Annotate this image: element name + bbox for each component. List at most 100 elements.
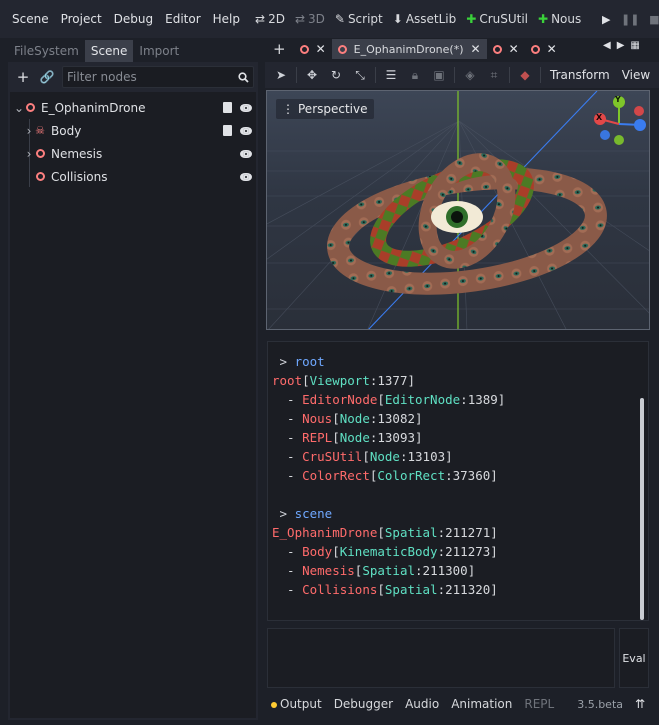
tab-scene[interactable]: Scene	[84, 40, 134, 62]
repl-token-punc: [	[377, 525, 385, 540]
repl-line: - REPL[Node:13093]	[272, 428, 505, 447]
scroll-left-icon[interactable]: ◀	[603, 40, 611, 51]
repl-token-node: ColorRect	[302, 468, 370, 483]
repl-token-node: Collisions	[302, 582, 378, 597]
menu-help[interactable]: Help	[207, 12, 246, 26]
scale-mode-icon[interactable]: ⤡	[348, 64, 372, 86]
view-menu[interactable]: View	[616, 68, 656, 82]
script-attached-icon[interactable]	[223, 125, 232, 136]
repl-scrollbar[interactable]	[640, 398, 644, 620]
ring-shape	[25, 103, 35, 112]
menu-bar: Scene Project Debug Editor Help ⇄ 2D ⇄ 3D ✎ Scrip…	[0, 0, 659, 38]
visibility-eye-icon[interactable]	[240, 172, 252, 181]
repl-output-panel[interactable]: > root root[Viewport:1377] - EditorNode[E…	[267, 341, 649, 621]
filter-nodes-input[interactable]	[67, 70, 238, 84]
bottom-tab-animation[interactable]: Animation	[445, 697, 518, 711]
2d-icon: ⇄	[255, 12, 266, 26]
menu-project[interactable]: Project	[55, 12, 108, 26]
scene-tab[interactable]: ✕	[525, 39, 563, 59]
repl-token-punc: -	[272, 582, 303, 597]
expand-arrow-icon[interactable]: ⌄	[14, 101, 24, 115]
transform-menu[interactable]: Transform	[544, 68, 616, 82]
dock-tabs: FileSystem Scene Import	[8, 38, 258, 62]
repl-token-num: :13082]	[369, 411, 423, 426]
filter-nodes-field[interactable]	[62, 66, 254, 88]
scene-tree-node-e-ophanimdrone[interactable]: ⌄ E_OphanimDrone	[10, 96, 256, 119]
rotate-mode-icon[interactable]: ↻	[324, 64, 348, 86]
tool-assetlib-button[interactable]: ⬇ AssetLib	[388, 12, 462, 26]
script-attached-icon[interactable]	[223, 102, 232, 113]
play-controls: ▶ ❚❚ ■ ▮	[594, 7, 659, 31]
menu-debug[interactable]: Debug	[108, 12, 159, 26]
visibility-eye-icon[interactable]	[240, 103, 252, 112]
bottom-panel-tabs: Output Debugger Audio Animation REPL 3.5.bet…	[265, 692, 659, 716]
add-node-button[interactable]: +	[12, 66, 34, 88]
tool-2d-button[interactable]: ⇄ 2D	[250, 12, 290, 26]
local-space-icon[interactable]: ◈	[458, 64, 482, 86]
scroll-right-icon[interactable]: ▶	[617, 40, 625, 51]
tab-filesystem[interactable]: FileSystem	[8, 40, 85, 62]
eval-button[interactable]: Eval	[619, 628, 649, 688]
new-scene-tab-button[interactable]: +	[265, 39, 294, 59]
bottom-tab-debugger[interactable]: Debugger	[328, 697, 399, 711]
perspective-menu[interactable]: ⋮ Perspective	[276, 99, 374, 119]
bottom-tab-repl[interactable]: REPL	[518, 697, 560, 711]
spatial-icon	[34, 171, 46, 183]
bottom-tab-output[interactable]: Output	[265, 697, 328, 711]
camera-override-icon[interactable]: ◆	[513, 64, 537, 86]
repl-token-punc: -	[272, 392, 303, 407]
crusutil-icon: ✚	[466, 12, 477, 26]
collapse-arrow-icon[interactable]: ›	[24, 124, 34, 138]
stop-icon[interactable]: ■	[642, 7, 659, 31]
tool-nous-button[interactable]: ✚ Nous	[533, 12, 586, 26]
close-icon[interactable]: ✕	[547, 42, 557, 56]
scene-tab[interactable]: E_OphanimDrone(*) ✕	[331, 39, 487, 59]
scene-tab[interactable]: ✕	[487, 39, 525, 59]
select-mode-icon[interactable]: ➤	[269, 64, 293, 86]
menu-scene[interactable]: Scene	[0, 12, 55, 26]
bottom-tab-label: Animation	[451, 697, 513, 711]
bottom-tab-audio[interactable]: Audio	[399, 697, 445, 711]
repl-token-type: Spatial	[362, 563, 416, 578]
scene-tabs-bar: + ✕ E_OphanimDrone(*) ✕ ✕ ✕	[265, 38, 659, 60]
repl-token-punc: [	[302, 373, 310, 388]
repl-token-type: Spatial	[384, 582, 438, 597]
close-icon[interactable]: ✕	[471, 42, 481, 56]
snap-icon[interactable]: ⌗	[482, 64, 506, 86]
tool-crusutil-button[interactable]: ✚ CruSUtil	[461, 12, 533, 26]
scene-list-icon[interactable]: ▦	[630, 40, 639, 51]
repl-token-node: E_OphanimDrone	[272, 525, 378, 540]
repl-input-field[interactable]	[267, 628, 615, 688]
group-icon[interactable]: ▣	[427, 64, 451, 86]
play-icon[interactable]: ▶	[594, 7, 618, 31]
visibility-eye-icon[interactable]	[240, 126, 252, 135]
menu-editor[interactable]: Editor	[159, 12, 207, 26]
repl-token-num: :13103]	[399, 449, 453, 464]
scene-tree-node-collisions[interactable]: Collisions	[10, 165, 256, 188]
tool-3d-button[interactable]: ⇄ 3D	[290, 12, 330, 26]
node-name: Collisions	[51, 169, 108, 184]
scene-tab[interactable]: ✕	[294, 39, 332, 59]
repl-token-type: Viewport	[309, 373, 370, 388]
scene-tree-node-body[interactable]: › ☠ Body	[10, 119, 256, 142]
visibility-eye-icon[interactable]	[240, 149, 252, 158]
list-select-icon[interactable]: ☰	[379, 64, 403, 86]
script-icon: ✎	[334, 12, 345, 26]
repl-line: - CruSUtil[Node:13103]	[272, 447, 505, 466]
repl-token-type: KinematicBody	[339, 544, 438, 559]
move-mode-icon[interactable]: ✥	[300, 64, 324, 86]
close-icon[interactable]: ✕	[509, 42, 519, 56]
tab-import[interactable]: Import	[133, 40, 185, 62]
tool-script-button[interactable]: ✎ Script	[330, 12, 388, 26]
3d-viewport[interactable]: Y X ⋮ Perspective	[266, 90, 650, 330]
lock-icon[interactable]: 🔒︎	[403, 64, 427, 86]
pause-icon[interactable]: ❚❚	[618, 7, 642, 31]
collapse-panel-icon[interactable]: ⇈	[635, 697, 645, 711]
ring-shape	[35, 149, 45, 158]
repl-token-type: EditorNode	[384, 392, 461, 407]
collapse-arrow-icon[interactable]: ›	[24, 147, 34, 161]
scene-tree-node-nemesis[interactable]: › Nemesis	[10, 142, 256, 165]
repl-token-punc: -	[272, 544, 303, 559]
close-icon[interactable]: ✕	[316, 42, 326, 56]
instance-scene-button[interactable]: 🔗	[36, 66, 58, 88]
